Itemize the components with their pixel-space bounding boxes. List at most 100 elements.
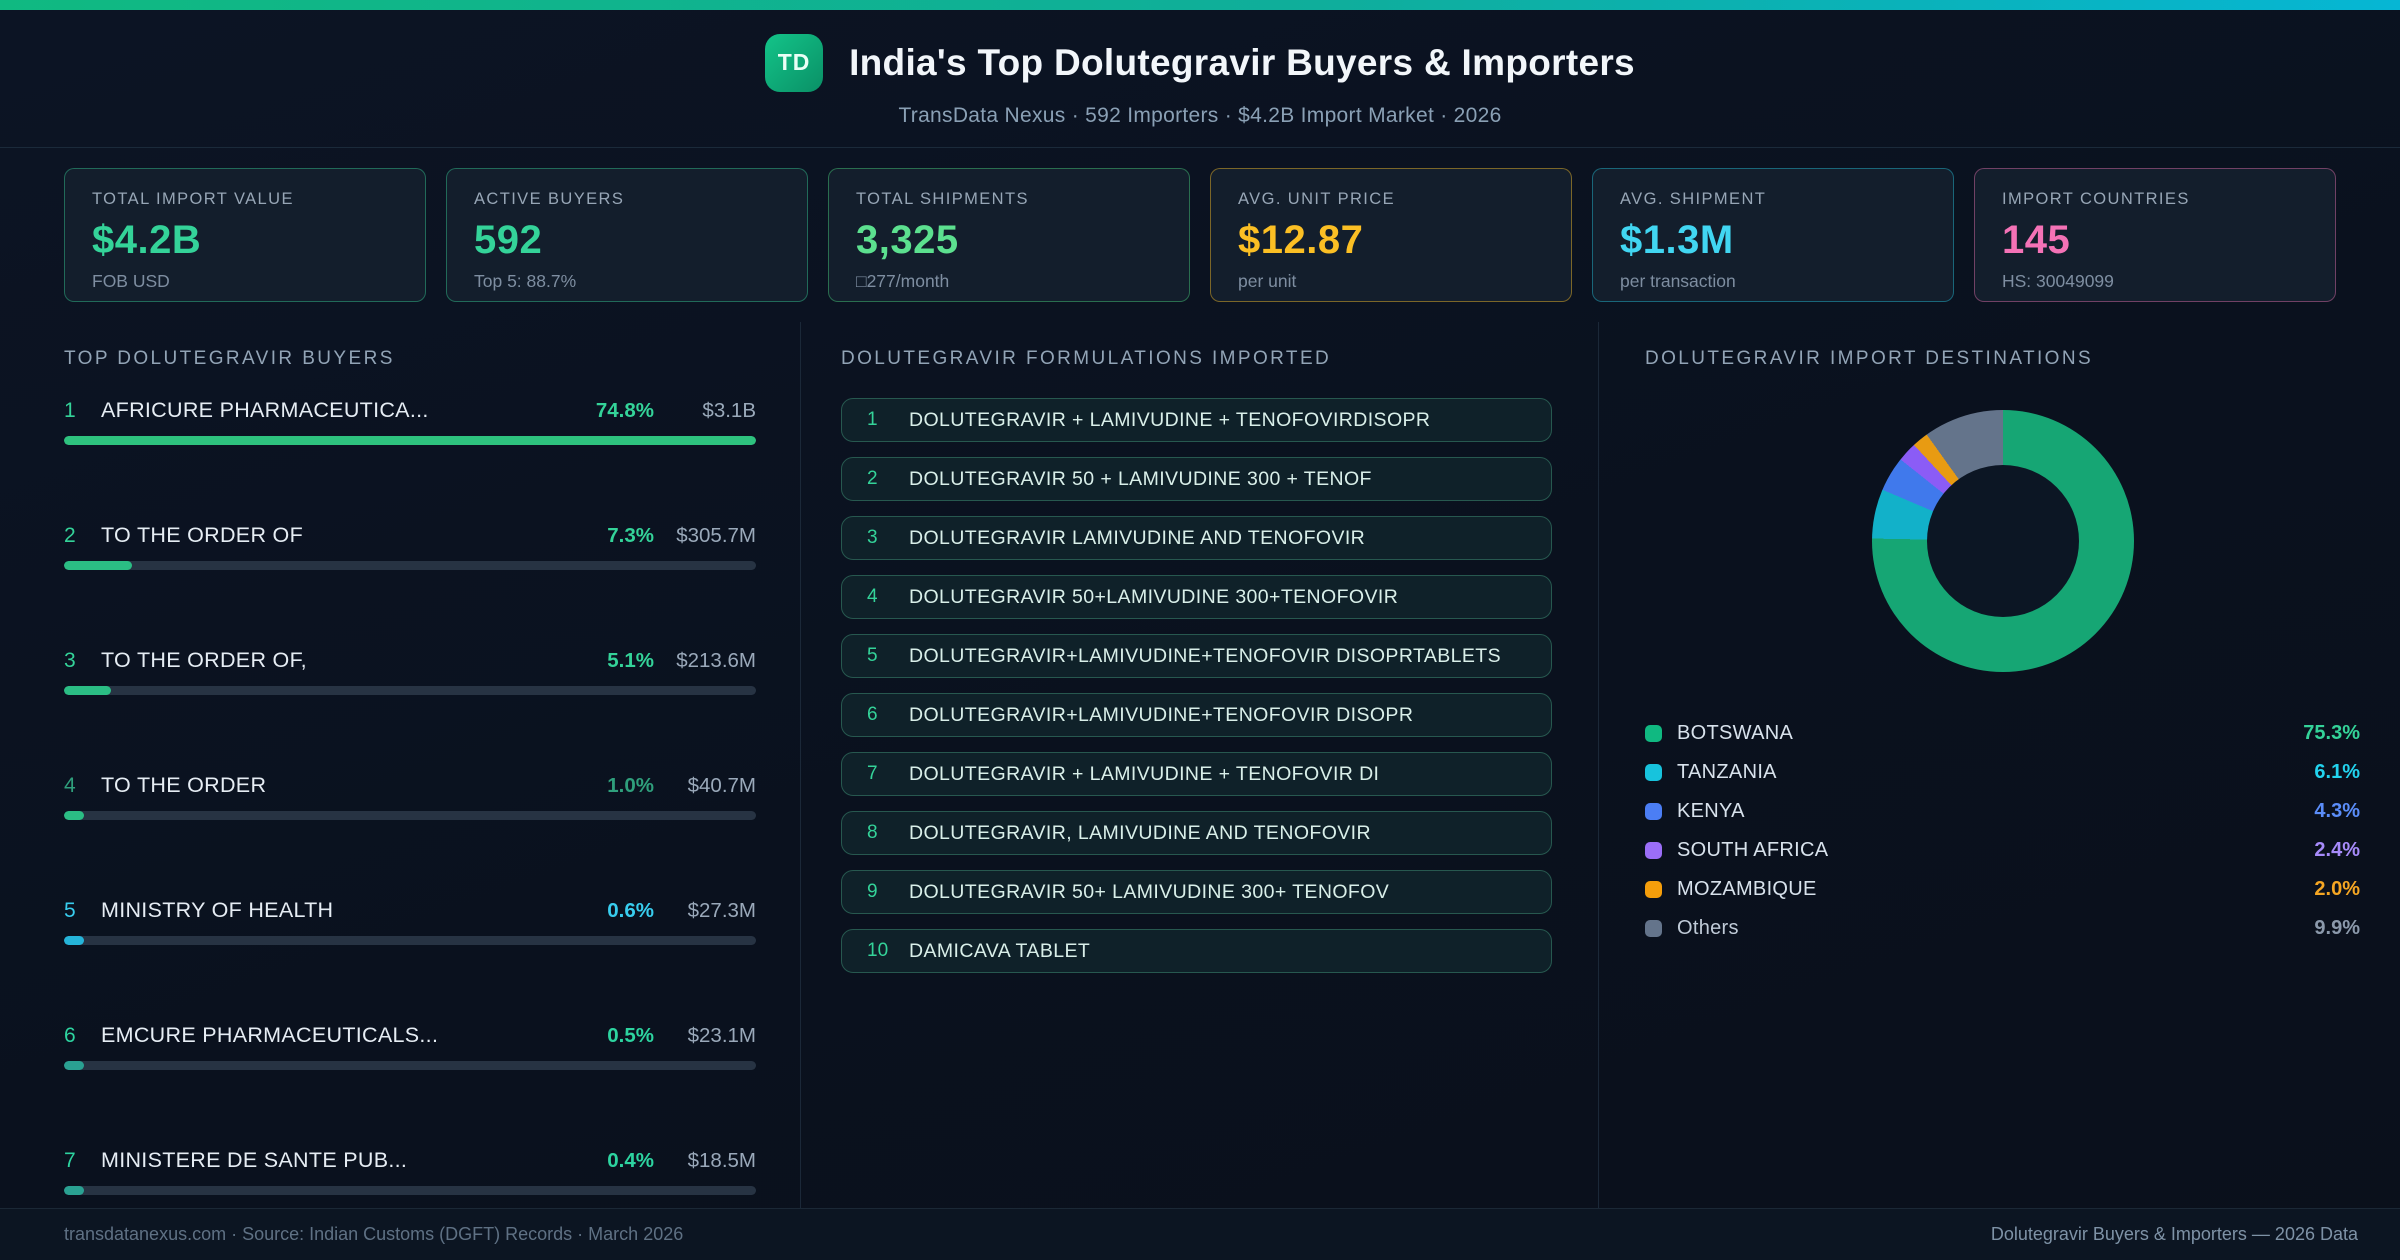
formulation-item[interactable]: 6 DOLUTEGRAVIR+LAMIVUDINE+TENOFOVIR DISO…	[841, 693, 1552, 737]
stat-card-subtext: HS: 30049099	[2002, 271, 2114, 291]
stat-card: IMPORT COUNTRIES 145 HS: 30049099	[1974, 168, 2336, 302]
footer: transdatanexus.com · Source: Indian Cust…	[0, 1208, 2400, 1260]
buyer-bar-fill	[64, 1061, 84, 1070]
buyer-bar-fill	[64, 436, 756, 445]
panel-top-buyers: TOP DOLUTEGRAVIR BUYERS 1 AFRICURE PHARM…	[0, 322, 800, 1208]
stat-card-subtext: Top 5: 88.7%	[474, 271, 577, 291]
buyer-row[interactable]: 1 AFRICURE PHARMACEUTICA... 74.8% $3.1B	[64, 398, 756, 445]
stat-card-label: TOTAL SHIPMENTS	[856, 190, 1029, 208]
formulation-item[interactable]: 4 DOLUTEGRAVIR 50+LAMIVUDINE 300+TENOFOV…	[841, 575, 1552, 619]
buyer-row[interactable]: 7 MINISTERE DE SANTE PUB... 0.4% $18.5M	[64, 1148, 756, 1195]
buyer-name: TO THE ORDER OF	[101, 523, 303, 547]
buyer-row[interactable]: 6 EMCURE PHARMACEUTICALS... 0.5% $23.1M	[64, 1023, 756, 1070]
legend-color-swatch	[1645, 881, 1662, 898]
formulation-rank: 2	[867, 468, 878, 489]
stat-card-label: AVG. UNIT PRICE	[1238, 190, 1395, 208]
top-accent-bar	[0, 0, 2400, 10]
buyer-bar-fill	[64, 686, 112, 695]
legend-item[interactable]: TANZANIA 6.1%	[1645, 753, 2360, 792]
legend-country-label: KENYA	[1677, 800, 1745, 822]
buyer-row[interactable]: 4 TO THE ORDER 1.0% $40.7M	[64, 773, 756, 820]
buyer-bar-track	[64, 1061, 756, 1070]
formulation-item[interactable]: 9 DOLUTEGRAVIR 50+ LAMIVUDINE 300+ TENOF…	[841, 870, 1552, 914]
formulation-rank: 4	[867, 586, 878, 607]
footer-source-text: transdatanexus.com · Source: Indian Cust…	[64, 1224, 684, 1244]
destinations-panel-heading: DOLUTEGRAVIR IMPORT DESTINATIONS	[1645, 348, 2094, 369]
legend-country-label: MOZAMBIQUE	[1677, 878, 1817, 900]
stat-card-value: $12.87	[1238, 218, 1364, 262]
legend-country-label: Others	[1677, 917, 1739, 939]
buyer-rank: 2	[64, 524, 76, 547]
stat-card-subtext: FOB USD	[92, 271, 170, 291]
formulation-item[interactable]: 3 DOLUTEGRAVIR LAMIVUDINE AND TENOFOVIR	[841, 516, 1552, 560]
formulation-item[interactable]: 2 DOLUTEGRAVIR 50 + LAMIVUDINE 300 + TEN…	[841, 457, 1552, 501]
page-title: India's Top Dolutegravir Buyers & Import…	[849, 41, 1635, 83]
buyer-import-value: $27.3M	[687, 899, 756, 922]
buyer-share-percent: 0.6%	[607, 899, 654, 922]
stat-card-subtext: per unit	[1238, 271, 1297, 291]
formulation-rank: 8	[867, 822, 878, 843]
stat-card-subtext: per transaction	[1620, 271, 1736, 291]
legend-item[interactable]: MOZAMBIQUE 2.0%	[1645, 870, 2360, 909]
buyer-import-value: $23.1M	[687, 1024, 756, 1047]
legend-country-label: SOUTH AFRICA	[1677, 839, 1829, 861]
stat-card-value: 592	[474, 218, 543, 262]
buyer-share-percent: 7.3%	[607, 524, 654, 547]
buyer-share-percent: 1.0%	[607, 774, 654, 797]
stat-card-subtext: □277/month	[856, 271, 950, 291]
buyer-rank: 1	[64, 399, 76, 422]
buyer-import-value: $18.5M	[687, 1149, 756, 1172]
buyer-import-value: $305.7M	[676, 524, 756, 547]
stat-card-value: 145	[2002, 218, 2071, 262]
stat-card-label: AVG. SHIPMENT	[1620, 190, 1767, 208]
legend-item[interactable]: Others 9.9%	[1645, 909, 2360, 948]
stat-card-label: IMPORT COUNTRIES	[2002, 190, 2190, 208]
legend-color-swatch	[1645, 842, 1662, 859]
destinations-legend: BOTSWANA 75.3% TANZANIA 6.1% KENYA 4.3% …	[1645, 714, 2360, 948]
panel-import-destinations: DOLUTEGRAVIR IMPORT DESTINATIONS BOTSWAN…	[1598, 322, 2400, 1208]
buyer-name: MINISTRY OF HEALTH	[101, 898, 334, 922]
stat-card-value: $4.2B	[92, 218, 202, 262]
formulation-item[interactable]: 7 DOLUTEGRAVIR + LAMIVUDINE + TENOFOVIR …	[841, 752, 1552, 796]
legend-item[interactable]: KENYA 4.3%	[1645, 792, 2360, 831]
formulation-name: DOLUTEGRAVIR+LAMIVUDINE+TENOFOVIR DISOPR	[909, 703, 1414, 726]
legend-percent-value: 9.9%	[2314, 917, 2360, 939]
buyer-name: TO THE ORDER OF,	[101, 648, 307, 672]
stat-card: AVG. SHIPMENT $1.3M per transaction	[1592, 168, 1954, 302]
legend-color-swatch	[1645, 803, 1662, 820]
legend-percent-value: 75.3%	[2303, 722, 2360, 744]
buyer-row[interactable]: 3 TO THE ORDER OF, 5.1% $213.6M	[64, 648, 756, 695]
stat-card: TOTAL IMPORT VALUE $4.2B FOB USD	[64, 168, 426, 302]
formulation-name: DOLUTEGRAVIR 50+LAMIVUDINE 300+TENOFOVIR	[909, 585, 1399, 608]
legend-color-swatch	[1645, 725, 1662, 742]
formulation-rank: 3	[867, 527, 878, 548]
donut-hole	[1926, 465, 2079, 617]
app-logo-badge: TD	[765, 33, 824, 92]
panel-formulations: DOLUTEGRAVIR FORMULATIONS IMPORTED 1 DOL…	[800, 322, 1598, 1208]
legend-item[interactable]: BOTSWANA 75.3%	[1645, 714, 2360, 753]
buyers-panel-heading: TOP DOLUTEGRAVIR BUYERS	[64, 348, 395, 369]
formulation-name: DOLUTEGRAVIR 50+ LAMIVUDINE 300+ TENOFOV	[909, 880, 1390, 903]
legend-percent-value: 2.0%	[2314, 878, 2360, 900]
header: TD India's Top Dolutegravir Buyers & Imp…	[0, 10, 2400, 148]
buyer-row[interactable]: 5 MINISTRY OF HEALTH 0.6% $27.3M	[64, 898, 756, 945]
buyer-name: EMCURE PHARMACEUTICALS...	[101, 1023, 439, 1047]
formulation-name: DOLUTEGRAVIR LAMIVUDINE AND TENOFOVIR	[909, 526, 1366, 549]
formulation-item[interactable]: 8 DOLUTEGRAVIR, LAMIVUDINE AND TENOFOVIR	[841, 811, 1552, 855]
buyer-share-percent: 74.8%	[595, 399, 654, 422]
legend-item[interactable]: SOUTH AFRICA 2.4%	[1645, 831, 2360, 870]
buyer-row[interactable]: 2 TO THE ORDER OF 7.3% $305.7M	[64, 523, 756, 570]
buyer-share-percent: 5.1%	[607, 649, 654, 672]
formulation-item[interactable]: 1 DOLUTEGRAVIR + LAMIVUDINE + TENOFOVIRD…	[841, 398, 1552, 442]
stat-card: AVG. UNIT PRICE $12.87 per unit	[1210, 168, 1572, 302]
formulation-item[interactable]: 10 DAMICAVA TABLET	[841, 929, 1552, 973]
formulation-name: DOLUTEGRAVIR + LAMIVUDINE + TENOFOVIR DI	[909, 762, 1380, 785]
formulation-rank: 10	[867, 940, 889, 961]
formulation-item[interactable]: 5 DOLUTEGRAVIR+LAMIVUDINE+TENOFOVIR DISO…	[841, 634, 1552, 678]
stats-row: TOTAL IMPORT VALUE $4.2B FOB USD ACTIVE …	[0, 148, 2400, 322]
buyer-name: TO THE ORDER	[101, 773, 267, 797]
buyer-rank: 6	[64, 1024, 76, 1047]
legend-country-label: TANZANIA	[1677, 761, 1777, 783]
buyer-rank: 4	[64, 774, 76, 797]
buyer-bar-track	[64, 561, 756, 570]
